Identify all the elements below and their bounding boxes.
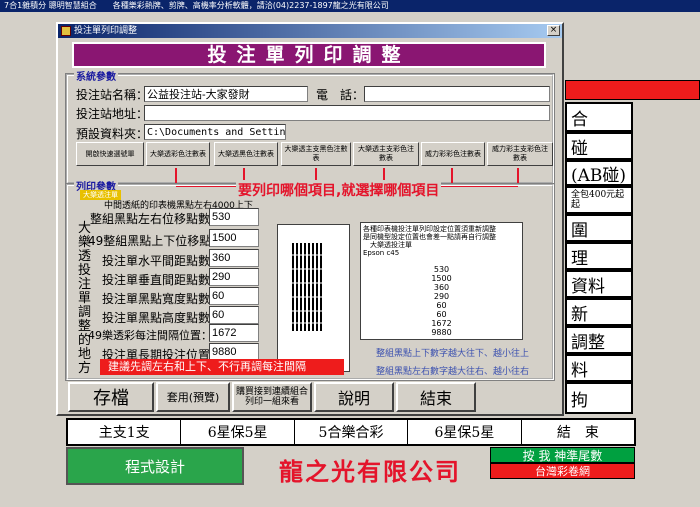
bg-button-adjust[interactable]: 調整: [565, 326, 633, 354]
print-instruction: 要列印哪個項目,就選擇哪個項目: [236, 180, 442, 200]
bg-button-ab-peng[interactable]: (AB碰): [565, 160, 633, 186]
h-spacing-input[interactable]: [209, 249, 259, 267]
station-address-label: 投注站地址：: [76, 107, 149, 121]
dot-width-input[interactable]: [209, 287, 259, 305]
ticket-preview: [277, 224, 350, 372]
bg-button-ju[interactable]: 拘: [565, 382, 633, 414]
bg-button-wei[interactable]: 圍: [565, 214, 633, 242]
bottom-bar-cell[interactable]: 6星保5星: [408, 420, 522, 444]
station-address-input[interactable]: [144, 105, 550, 121]
memo-value: 530: [433, 265, 450, 274]
field-label: 49樂透彩每注間隔位置：: [88, 329, 212, 342]
memo-line: 各種印表機投注單列印設定位置須重新調整: [363, 225, 496, 233]
bottom-bar: 主支1支 6星保5星 5合樂合彩 6星保5星 結 束: [66, 418, 636, 446]
memo-value: 60: [436, 301, 447, 310]
field-label: 整組黑點左右位移點數: [90, 212, 211, 226]
bet-interval-input[interactable]: [209, 324, 259, 342]
power-color-sheet-button[interactable]: 威力彩彩色注數表: [421, 142, 485, 166]
memo-value: 60: [436, 310, 447, 319]
bg-button-peng[interactable]: 碰: [565, 132, 633, 160]
company-name: 龍之光有限公司: [279, 457, 461, 486]
station-name-label: 投注站名稱：: [76, 88, 149, 102]
tail-number-link[interactable]: 按 我 神準尾數: [490, 447, 635, 463]
app-icon: [61, 26, 71, 36]
field-label: 投注單黑點寬度點數：: [102, 292, 223, 306]
bg-button-he[interactable]: 合: [565, 102, 633, 132]
bottom-bar-cell[interactable]: 6星保5星: [181, 420, 295, 444]
dialog-banner: 投注單列印調整: [72, 42, 546, 68]
adjust-warning: 建議先調左右和上下、不行再調每注間隔: [100, 359, 344, 375]
bg-button-full-package[interactable]: 全包400元起 起: [565, 186, 633, 214]
program-design-button[interactable]: 程式設計: [66, 447, 244, 485]
lotto-black-sheet-button[interactable]: 大樂透黑色注數表: [214, 142, 278, 166]
exit-button[interactable]: 結束: [396, 382, 476, 412]
bottom-bar-exit[interactable]: 結 束: [522, 420, 634, 444]
lotto-main-color-sheet-button[interactable]: 大樂透主支彩色注數表: [353, 142, 419, 166]
close-icon[interactable]: ×: [547, 25, 560, 36]
offset-ud-input[interactable]: [209, 229, 259, 247]
phone-label: 電 話：: [316, 88, 365, 102]
default-folder-input[interactable]: [144, 124, 286, 140]
bg-button-li[interactable]: 理: [565, 242, 633, 270]
bg-red-strip: [565, 80, 700, 100]
memo-value: 290: [433, 292, 450, 301]
save-button[interactable]: 存檔: [68, 382, 154, 412]
power-main-color-sheet-button[interactable]: 威力彩主支彩色注數表: [487, 142, 553, 166]
field-label: 投注單黑點高度點數：: [102, 311, 223, 325]
lottery-site-link[interactable]: 台灣彩卷網: [490, 463, 635, 479]
offset-lr-input[interactable]: [209, 208, 259, 226]
dialog-title: 投注單列印調整: [74, 26, 138, 36]
memo-line: Epson c45: [363, 249, 400, 257]
default-folder-label: 預設資料夾：: [76, 127, 149, 141]
system-params-legend: 系統參數: [74, 68, 118, 83]
memo-line: 大樂透投注單: [363, 241, 412, 249]
memo-value: 360: [433, 283, 450, 292]
test-print-button[interactable]: 購買接到連續組合列印一組來看: [232, 382, 312, 412]
bottom-bar-cell[interactable]: 主支1支: [68, 420, 182, 444]
bottom-bar-cell[interactable]: 5合樂合彩: [295, 420, 409, 444]
ticket-preview-marks: [290, 243, 324, 331]
memo-line: 是同機型設定位置也會差一點請再自行調整: [363, 233, 496, 241]
open-quick-pick-button[interactable]: 開啟快速選號單: [76, 142, 144, 166]
bg-button-new[interactable]: 新: [565, 298, 633, 326]
station-name-input[interactable]: [144, 86, 308, 102]
bg-button-liao[interactable]: 料: [565, 354, 633, 382]
lotto-color-sheet-button[interactable]: 大樂透彩色注數表: [146, 142, 210, 166]
dialog-title-bar: 投注單列印調整 ×: [58, 24, 562, 38]
apply-preview-button[interactable]: 套用(預覽): [156, 382, 230, 412]
lotto-main-black-sheet-button[interactable]: 大樂透主支黑色注數表: [281, 142, 351, 166]
dot-height-input[interactable]: [209, 306, 259, 324]
v-spacing-input[interactable]: [209, 268, 259, 286]
hint-left-right: 整組黑點左右數字越大往右、越小往右: [376, 367, 530, 377]
print-adjust-dialog: 投注單列印調整 × 投注單列印調整 系統參數 投注站名稱： 電 話： 投注站地址…: [56, 22, 564, 416]
phone-input[interactable]: [364, 86, 550, 102]
memo-value: 1672: [431, 319, 452, 328]
memo-value: 9880: [431, 328, 452, 337]
bg-button-data[interactable]: 資料: [565, 270, 633, 298]
field-label: 49整組黑點上下位移點數: [88, 234, 224, 248]
field-label: 投注單水平間距點數：: [102, 254, 223, 268]
field-label: 投注單垂直間距點數：: [102, 273, 223, 287]
settings-memo[interactable]: 各種印表機投注單列印設定位置須重新調整 是同機型設定位置也會差一點請再自行調整 …: [360, 222, 523, 340]
hint-up-down: 整組黑點上下數字越大往下、越小往上: [376, 349, 530, 359]
app-title-bar: 7合1雜積分 聰明智慧組合 各種樂彩熱牌、剪牌、高機率分析軟體，請洽(04)22…: [0, 0, 700, 12]
memo-value: 1500: [431, 274, 452, 283]
help-button[interactable]: 說明: [314, 382, 394, 412]
